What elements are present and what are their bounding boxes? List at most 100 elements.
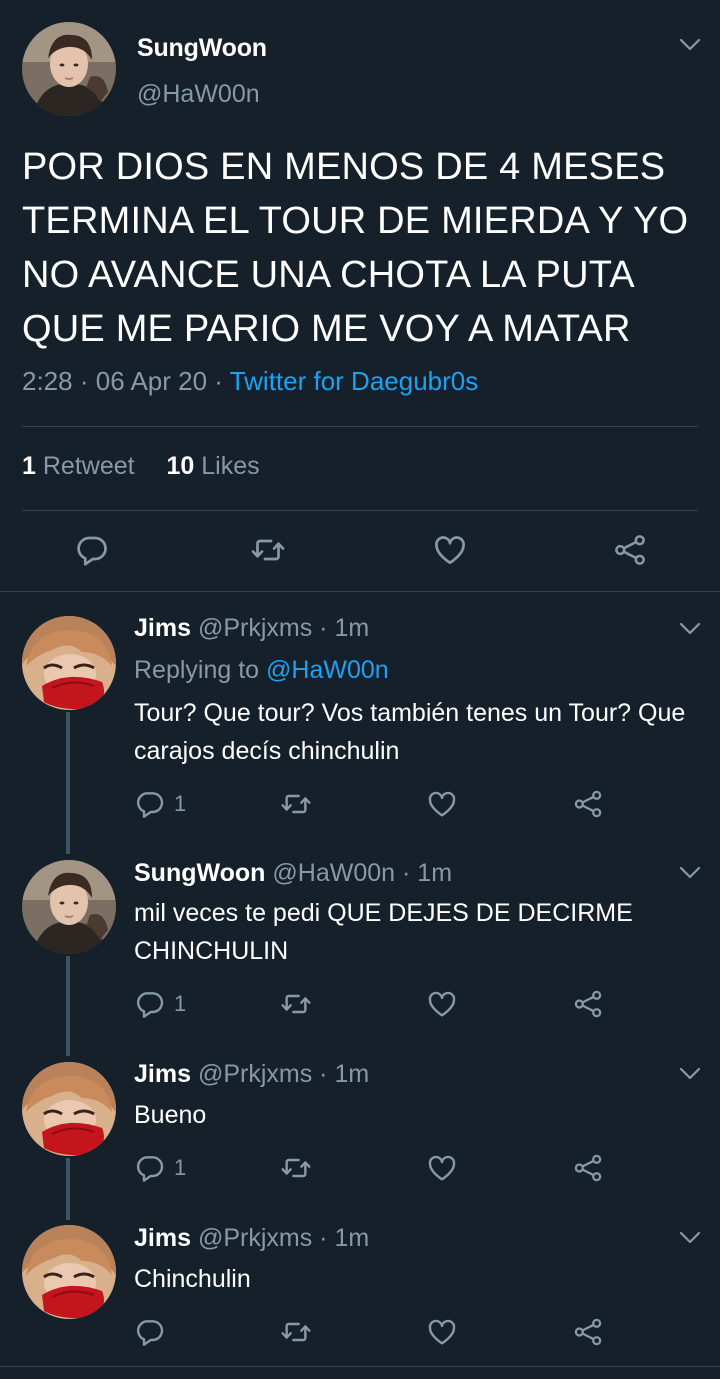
retweet-label: Retweet xyxy=(42,452,135,480)
tweet-meta: 2:28 · 06 Apr 20 · Twitter for Daegubr0s xyxy=(22,366,478,397)
reply-count: 1 xyxy=(174,791,187,816)
share-icon xyxy=(572,988,604,1020)
reply-text: mil veces te pedi QUE DEJES DE DECIRME C… xyxy=(134,899,633,965)
main-tweet: SungWoon @HaW00n POR DIOS EN MENOS DE 4 … xyxy=(0,0,720,592)
reply-icon xyxy=(134,1316,166,1348)
share-icon xyxy=(572,788,604,820)
retweet-icon xyxy=(280,788,312,820)
like-button[interactable] xyxy=(426,1316,458,1348)
likes-stat[interactable]: 10 Likes xyxy=(166,452,259,480)
like-button[interactable] xyxy=(426,988,458,1020)
tweet-stats: 1 Retweet 10 Likes xyxy=(22,452,260,481)
reply-time: 1m xyxy=(417,859,453,887)
reply-header: Jims @Prkjxms · 1m xyxy=(134,614,369,643)
thread-line xyxy=(66,956,70,1056)
retweet-icon xyxy=(280,1316,312,1348)
meta-separator: · xyxy=(319,1060,328,1088)
retweet-button[interactable] xyxy=(280,788,312,820)
author-handle[interactable]: @HaW00n xyxy=(272,859,395,887)
like-label: Likes xyxy=(201,452,260,480)
avatar-image xyxy=(22,1062,116,1156)
share-button[interactable] xyxy=(572,1152,604,1184)
reply-button[interactable] xyxy=(74,532,110,568)
meta-separator: · xyxy=(402,859,411,887)
retweet-button[interactable] xyxy=(250,532,286,568)
reply-button[interactable]: 1 xyxy=(134,1152,186,1184)
chevron-down-icon[interactable] xyxy=(679,866,701,880)
author-name[interactable]: SungWoon xyxy=(137,34,267,63)
meta-separator: · xyxy=(214,366,230,396)
reply-text: Tour? Que tour? Vos también tenes un Tou… xyxy=(134,699,686,765)
author-handle[interactable]: @HaW00n xyxy=(137,80,260,109)
tweet-date: 06 Apr 20 xyxy=(95,366,208,396)
reply-icon xyxy=(134,788,166,820)
reply-button[interactable] xyxy=(134,1316,166,1348)
author-name[interactable]: Jims xyxy=(134,1060,191,1088)
avatar[interactable] xyxy=(22,860,116,954)
avatar[interactable] xyxy=(22,22,116,116)
avatar-image xyxy=(22,860,116,954)
retweet-count: 1 xyxy=(22,452,36,480)
avatar[interactable] xyxy=(22,616,116,710)
share-button[interactable] xyxy=(572,988,604,1020)
avatar[interactable] xyxy=(22,1225,116,1319)
share-icon xyxy=(572,1316,604,1348)
avatar-image xyxy=(22,22,116,116)
retweet-button[interactable] xyxy=(280,1316,312,1348)
replying-to: Replying to @HaW00n xyxy=(134,656,389,685)
tweet-source-link[interactable]: Twitter for Daegubr0s xyxy=(230,366,479,396)
author-handle[interactable]: @Prkjxms xyxy=(198,1224,312,1252)
divider xyxy=(22,426,698,427)
reply-header: Jims @Prkjxms · 1m xyxy=(134,1224,369,1253)
thread-line xyxy=(66,1158,70,1220)
like-icon xyxy=(426,988,458,1020)
author-name[interactable]: Jims xyxy=(134,614,191,642)
thread-line xyxy=(66,712,70,854)
reply-icon xyxy=(134,988,166,1020)
meta-separator: · xyxy=(319,614,328,642)
retweet-icon xyxy=(280,988,312,1020)
share-button[interactable] xyxy=(572,788,604,820)
chevron-down-icon[interactable] xyxy=(679,622,701,636)
retweet-button[interactable] xyxy=(280,988,312,1020)
like-button[interactable] xyxy=(432,532,468,568)
tweet-text: POR DIOS EN MENOS DE 4 MESES TERMINA EL … xyxy=(22,146,689,350)
share-icon xyxy=(572,1152,604,1184)
reply-button[interactable]: 1 xyxy=(134,788,186,820)
author-handle[interactable]: @Prkjxms xyxy=(198,1060,312,1088)
tweet-thread-page: SungWoon @HaW00n POR DIOS EN MENOS DE 4 … xyxy=(0,0,720,1379)
reply-text: Chinchulin xyxy=(134,1265,251,1293)
like-icon xyxy=(426,1152,458,1184)
like-button[interactable] xyxy=(426,788,458,820)
like-button[interactable] xyxy=(426,1152,458,1184)
reply-icon xyxy=(74,532,110,568)
author-handle[interactable]: @Prkjxms xyxy=(198,614,312,642)
reply-icon xyxy=(134,1152,166,1184)
chevron-down-icon[interactable] xyxy=(679,38,701,52)
share-button[interactable] xyxy=(572,1316,604,1348)
replying-to-link[interactable]: @HaW00n xyxy=(266,656,389,684)
reply-header: Jims @Prkjxms · 1m xyxy=(134,1060,369,1089)
reply-count: 1 xyxy=(174,991,187,1016)
divider xyxy=(0,1366,720,1367)
like-icon xyxy=(426,1316,458,1348)
reply-count: 1 xyxy=(174,1155,187,1180)
meta-separator: · xyxy=(79,366,96,396)
reply-time: 1m xyxy=(334,1060,370,1088)
chevron-down-icon[interactable] xyxy=(679,1067,701,1081)
retweet-icon xyxy=(250,532,286,568)
meta-separator: · xyxy=(319,1224,328,1252)
avatar[interactable] xyxy=(22,1062,116,1156)
author-name[interactable]: Jims xyxy=(134,1224,191,1252)
reply-button[interactable]: 1 xyxy=(134,988,186,1020)
like-icon xyxy=(432,532,468,568)
tweet-time: 2:28 xyxy=(22,366,73,396)
reply-time: 1m xyxy=(334,1224,370,1252)
share-icon xyxy=(612,532,648,568)
reply-time: 1m xyxy=(334,614,370,642)
retweets-stat[interactable]: 1 Retweet xyxy=(22,452,135,480)
chevron-down-icon[interactable] xyxy=(679,1231,701,1245)
author-name[interactable]: SungWoon xyxy=(134,859,265,887)
share-button[interactable] xyxy=(612,532,648,568)
retweet-button[interactable] xyxy=(280,1152,312,1184)
